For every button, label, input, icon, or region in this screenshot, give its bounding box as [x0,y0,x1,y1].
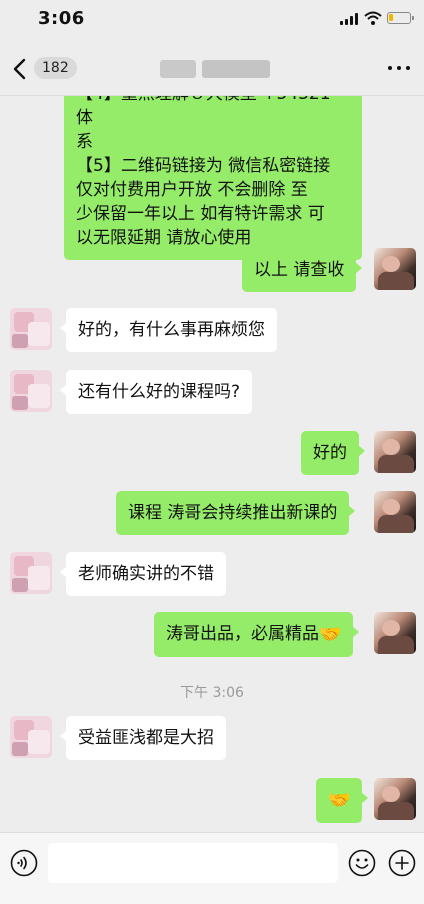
incoming-message[interactable]: 还有什么好的课程吗? [59,370,253,414]
message-text: 涛哥出品，必属精品 [166,624,319,644]
plus-icon[interactable] [388,849,416,877]
outgoing-message[interactable]: 好的 [301,431,365,475]
handshake-emoji-icon: 🤝 [319,624,342,645]
battery-level [389,14,393,21]
my-avatar[interactable] [374,248,416,290]
message-line: 【5】二维码链接为 微信私密链接 [76,156,331,176]
message-text-input[interactable] [48,843,338,883]
message-text: 好的，有什么事再麻烦您 [78,320,265,340]
message-text: 以上 请查收 [254,260,345,280]
message-text: 课程 涛哥会持续推出新课的 [128,503,338,523]
my-avatar[interactable] [374,491,416,533]
message-text: 老师确实讲的不错 [78,564,214,584]
contact-avatar[interactable] [10,552,52,594]
message-timestamp: 下午 3:06 [180,685,244,701]
message-text: 好的 [313,443,347,463]
input-bar [0,832,424,904]
outgoing-message[interactable]: 🤝 [316,778,369,823]
message-text: 还有什么好的课程吗? [78,382,241,402]
chat-message-list[interactable]: 【4】重点理解８大模型 +54321 体 系 【5】二维码链接为 微信私密链接 … [0,96,424,832]
incoming-message[interactable]: 好的，有什么事再麻烦您 [60,308,277,352]
incoming-message[interactable]: 老师确实讲的不错 [60,552,226,596]
battery-icon [387,12,414,24]
my-avatar[interactable] [374,612,416,654]
chat-header: 182 [0,40,424,96]
message-text: 受益匪浅都是大招 [78,728,214,748]
handshake-emoji-icon: 🤝 [328,790,351,811]
status-bar: 3:06 [0,0,424,40]
my-avatar[interactable] [374,431,416,473]
message-line: 系 [76,132,93,152]
contact-avatar[interactable] [10,716,52,758]
unread-count-badge[interactable]: 182 [34,57,77,79]
contact-avatar[interactable] [10,308,52,350]
status-time: 3:06 [38,8,85,29]
message-line: 少保留一年以上 如有特许需求 可 [76,204,325,224]
outgoing-message[interactable]: 涛哥出品，必属精品🤝 [154,612,360,657]
chat-title-obscured [160,60,270,78]
wifi-icon [364,11,382,25]
emoji-face-icon[interactable] [348,849,376,877]
blurred-name-part [202,60,270,78]
outgoing-message[interactable]: 【4】重点理解８大模型 +54321 体 系 【5】二维码链接为 微信私密链接 … [64,96,362,260]
cellular-signal-icon [340,13,360,25]
message-line: 【4】重点理解８大模型 +54321 体 [76,96,331,128]
chevron-left-icon[interactable] [12,58,28,80]
contact-avatar[interactable] [10,370,52,412]
outgoing-message[interactable]: 以上 请查收 [242,248,363,292]
blurred-name-part [160,60,196,78]
message-line: 仅对付费用户开放 不会删除 至 [76,180,308,200]
voice-icon[interactable] [10,849,38,877]
message-line: 以无限延期 请放心使用 [76,228,252,248]
more-dots-icon[interactable] [388,66,412,72]
my-avatar[interactable] [374,778,416,820]
outgoing-message[interactable]: 课程 涛哥会持续推出新课的 [116,491,356,535]
incoming-message[interactable]: 受益匪浅都是大招 [60,716,226,760]
